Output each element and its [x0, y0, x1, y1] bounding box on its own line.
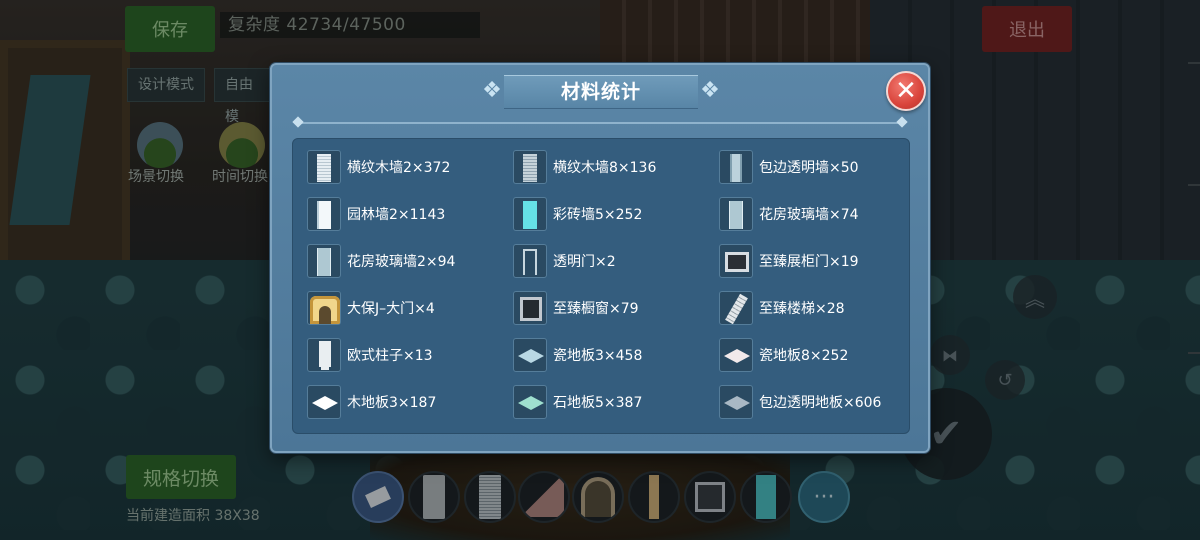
material-item: 欧式柱子×13: [307, 336, 433, 374]
material-label: 包边透明墙×50: [759, 160, 859, 176]
staircase-icon: [719, 291, 753, 325]
showcase-window-icon: [513, 291, 547, 325]
ceramic-floor-icon: [719, 338, 753, 372]
material-item: 花房玻璃墙×74: [719, 195, 859, 233]
material-label: 横纹木墙2×372: [347, 160, 451, 176]
material-label: 木地板3×187: [347, 395, 437, 411]
material-item: 木地板3×187: [307, 383, 436, 421]
material-item: 花房玻璃墙2×94: [307, 242, 455, 280]
material-label: 至臻橱窗×79: [553, 301, 639, 317]
material-label: 花房玻璃墙×74: [759, 207, 859, 223]
material-item: 石地板5×387: [513, 383, 642, 421]
material-label: 石地板5×387: [553, 395, 643, 411]
material-label: 包边透明地板×606: [759, 395, 882, 411]
material-item: 至臻楼梯×28: [719, 289, 845, 327]
material-item: 横纹木墙2×372: [307, 148, 450, 186]
material-item: 瓷地板3×458: [513, 336, 642, 374]
title-divider: [298, 122, 902, 124]
material-label: 彩砖墙5×252: [553, 207, 643, 223]
material-label: 至臻展柜门×19: [759, 254, 859, 270]
stone-floor-icon: [513, 385, 547, 419]
greenhouse-glass-wall-icon: [307, 244, 341, 278]
title-ribbon: ❖ ❖ 材料统计: [482, 75, 720, 109]
display-cabinet-door-icon: [719, 244, 753, 278]
material-label: 瓷地板3×458: [553, 348, 643, 364]
ceramic-floor-icon: [513, 338, 547, 372]
european-column-icon: [307, 338, 341, 372]
material-item: 大保J–大门×4: [307, 289, 435, 327]
striped-wall-icon: [307, 150, 341, 184]
material-item: 彩砖墙5×252: [513, 195, 642, 233]
materials-panel: 横纹木墙2×372 横纹木墙8×136 包边透明墙×50 园林墙2×1143 彩…: [292, 138, 910, 434]
material-label: 欧式柱子×13: [347, 348, 433, 364]
wood-floor-icon: [307, 385, 341, 419]
material-label: 大保J–大门×4: [347, 301, 435, 317]
material-item: 包边透明地板×606: [719, 383, 881, 421]
garden-wall-icon: [307, 197, 341, 231]
material-label: 花房玻璃墙2×94: [347, 254, 456, 270]
material-item: 包边透明墙×50: [719, 148, 859, 186]
material-item: 横纹木墙8×136: [513, 148, 656, 186]
colored-brick-wall-icon: [513, 197, 547, 231]
material-item: 至臻橱窗×79: [513, 289, 639, 327]
material-item: 透明门×2: [513, 242, 616, 280]
material-label: 透明门×2: [553, 254, 616, 270]
striped-wall-icon: [513, 150, 547, 184]
transparent-floor-icon: [719, 385, 753, 419]
material-label: 瓷地板8×252: [759, 348, 849, 364]
dialog-title: 材料统计: [560, 81, 641, 103]
material-item: 至臻展柜门×19: [719, 242, 859, 280]
transparent-door-icon: [513, 244, 547, 278]
close-button[interactable]: ✕: [886, 71, 926, 111]
glass-wall-icon: [719, 150, 753, 184]
material-stats-dialog: ❖ ❖ 材料统计 ✕ 横纹木墙2×372 横纹木墙8×136 包边透明墙×50 …: [270, 63, 930, 453]
material-item: 瓷地板8×252: [719, 336, 848, 374]
gate-icon: [307, 291, 341, 325]
material-label: 至臻楼梯×28: [759, 301, 845, 317]
material-label: 横纹木墙8×136: [553, 160, 657, 176]
greenhouse-glass-wall-icon: [719, 197, 753, 231]
material-label: 园林墙2×1143: [347, 207, 446, 223]
close-icon: ✕: [895, 76, 917, 106]
material-item: 园林墙2×1143: [307, 195, 445, 233]
